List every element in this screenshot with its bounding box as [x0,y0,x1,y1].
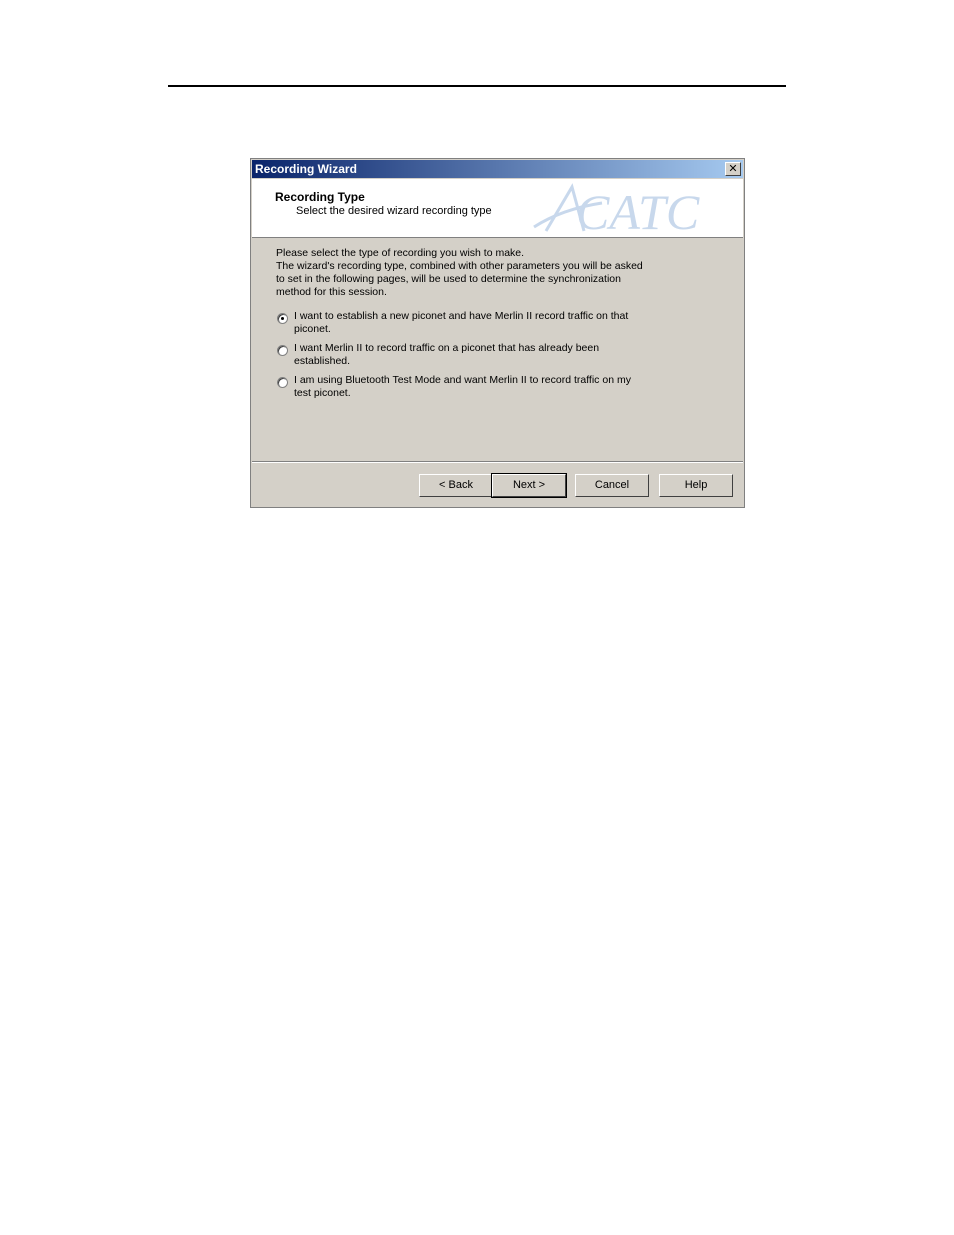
catc-logo: CATC [533,183,700,237]
option-label: I want to establish a new piconet and ha… [294,310,644,336]
back-button[interactable]: < Back [419,474,493,497]
radio-new-piconet[interactable] [277,313,288,324]
wizard-page-title: Recording Type [275,190,365,204]
close-button[interactable]: ✕ [725,162,741,176]
option-line: I want to establish a new piconet and ha… [294,310,629,322]
cancel-button[interactable]: Cancel [575,474,649,497]
intro-line: to set in the following pages, will be u… [276,273,621,285]
option-line: I am using Bluetooth Test Mode and want … [294,374,631,386]
next-button[interactable]: Next > [491,473,567,498]
option-line: piconet. [294,323,331,335]
close-icon: ✕ [728,162,738,175]
wizard-header: Recording Type Select the desired wizard… [252,179,743,238]
radio-test-mode[interactable] [277,377,288,388]
recording-wizard-dialog: Recording Wizard ✕ Recording Type Select… [250,158,745,508]
option-label: I want Merlin II to record traffic on a … [294,342,644,368]
title-bar[interactable]: Recording Wizard ✕ [252,160,743,178]
button-separator [252,461,743,463]
page-header-rule [168,85,786,87]
option-line: I want Merlin II to record traffic on a … [294,342,600,354]
radio-existing-piconet[interactable] [277,345,288,356]
wizard-body: Please select the type of recording you … [252,238,743,460]
help-button[interactable]: Help [659,474,733,497]
intro-line: The wizard's recording type, combined wi… [276,260,643,272]
wizard-page-subtitle: Select the desired wizard recording type [296,205,492,217]
radio-selected-dot [281,317,284,320]
dialog-title: Recording Wizard [255,162,357,176]
option-line: test piconet. [294,387,351,399]
option-label: I am using Bluetooth Test Mode and want … [294,374,644,400]
intro-text: Please select the type of recording you … [276,247,656,299]
option-line: established. [294,355,351,367]
intro-line: Please select the type of recording you … [276,247,525,259]
intro-line: method for this session. [276,286,387,298]
svg-text:CATC: CATC [576,184,700,237]
